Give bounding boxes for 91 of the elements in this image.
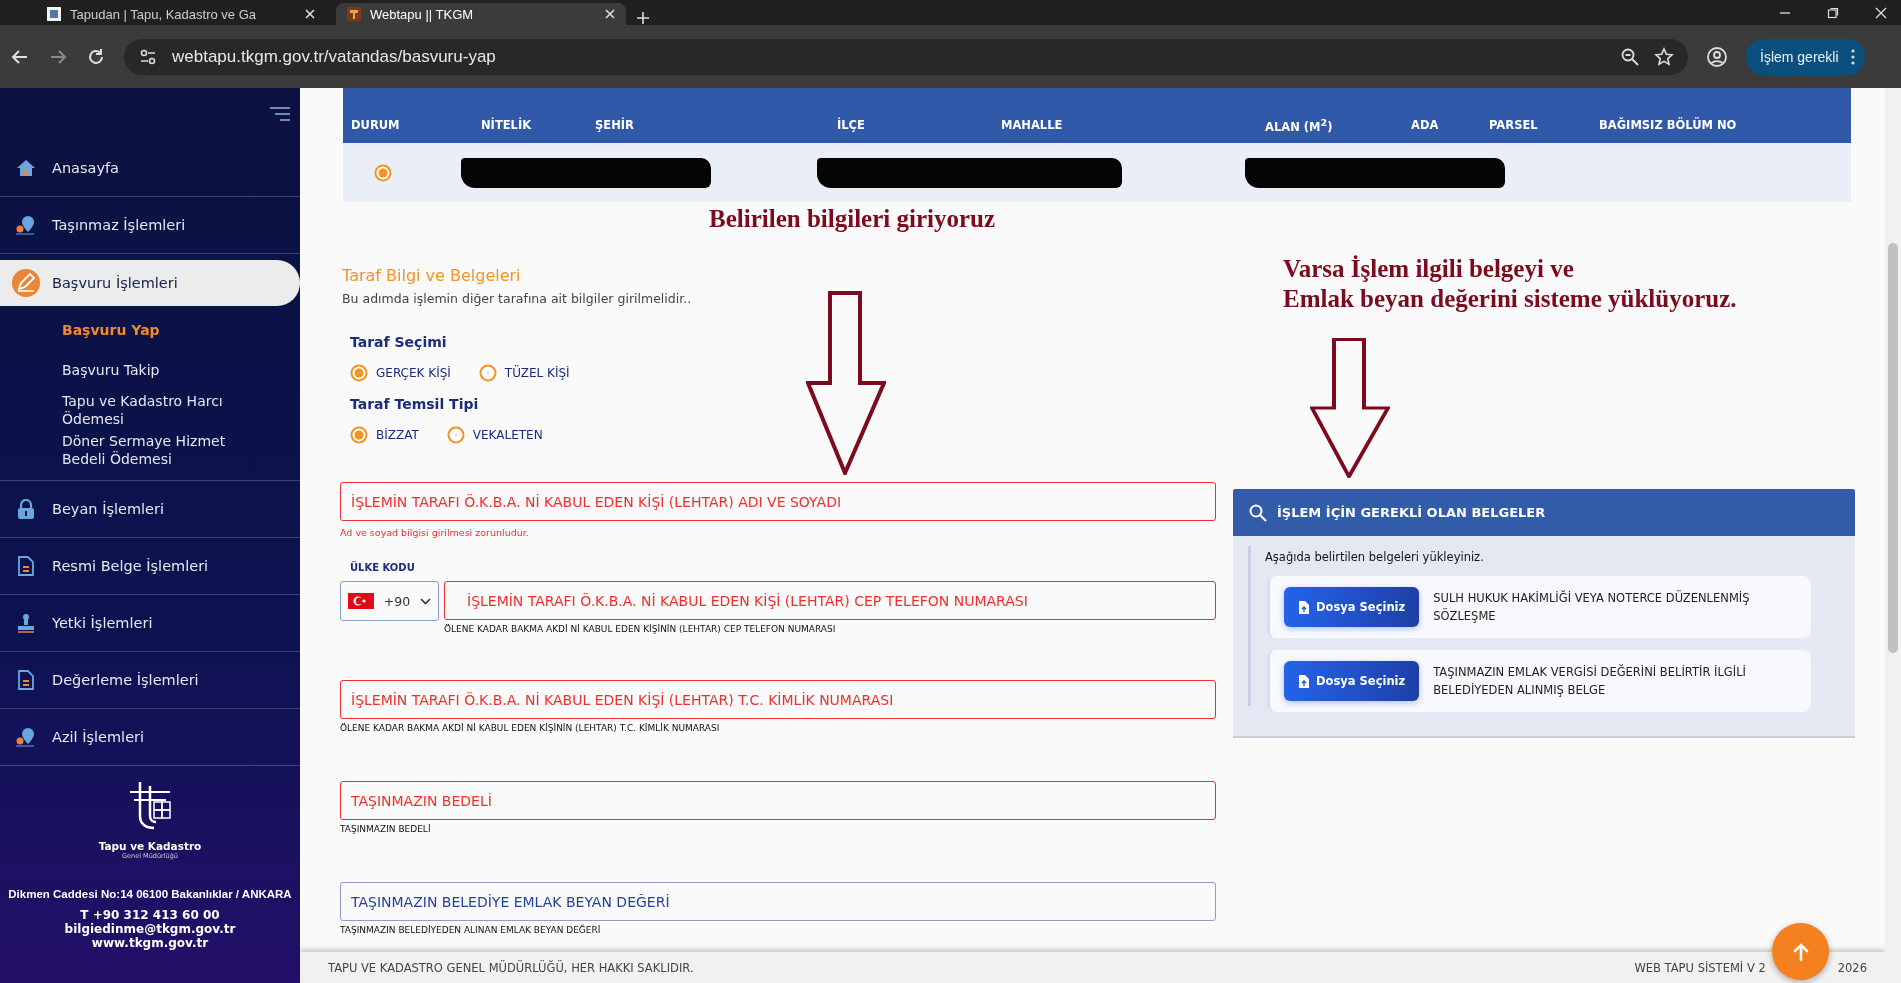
error-message: Ad ve soyad bilgisi girilmesi zorunludur. [340,527,530,538]
group-label: Taraf Temsil Tipi [350,396,480,412]
document-icon [17,670,35,690]
column-header: BAĞIMSIZ BÖLÜM NO [1599,118,1738,132]
section-title: Taraf Bilgi ve Belgeleri [342,266,522,285]
panel-title: İŞLEM İÇİN GEREKLİ OLAN BELGELER [1277,505,1546,520]
arrow-up-icon [1791,941,1810,962]
submenu-item[interactable]: Başvuru Takip [0,350,300,390]
instruction-text: Aşağıda belirtilen belgeleri yükleyiniz. [1265,550,1485,564]
map-pin-icon [15,215,37,235]
sidebar-item[interactable]: Beyan İşlemleri [0,481,300,538]
annotation-text: Varsa İşlem ilgili belgeyi ve Emlak beyan değerini sisteme yüklüyoruz. [1283,254,1737,314]
radio-label: GERÇEK KİŞİ [376,366,451,380]
file-upload-icon [1298,599,1310,615]
chevron-down-icon [420,597,432,605]
profile-icon[interactable] [1706,45,1728,68]
zoom-icon[interactable] [1620,46,1640,67]
table-row[interactable] [343,143,1851,202]
input-field[interactable]: TAŞINMAZIN BEDELİ [340,781,1216,820]
email-link[interactable]: bilgiedinme@tkgm.gov.tr [64,922,236,936]
version-text: WEB TAPU SİSTEMİ V 2 [1634,960,1766,975]
radio-button[interactable] [350,426,368,444]
arrow-icon [806,291,886,475]
document-label: TAŞINMAZIN EMLAK VERGİSİ DEĞERİNİ BELİRTİR İLGİLİ BELEDİYEDEN ALINMIŞ BELGE [1433,663,1747,699]
radio-button[interactable] [350,364,368,382]
column-header: NİTELİK [481,118,533,132]
stamp-icon [16,613,36,633]
submenu-item[interactable]: Döner Sermaye Hizmet Bedeli Ödemesi [0,430,300,470]
browser-tab[interactable]: Webtapu || TKGM [336,3,626,25]
sidebar-item[interactable]: Başvuru İşlemleri [0,260,300,306]
close-icon[interactable] [304,8,316,20]
file-select-button[interactable]: Dosya Seçiniz [1284,587,1420,627]
submenu-item[interactable]: Başvuru Yap [0,310,300,350]
version-text: 2026 [1837,960,1867,975]
radio-button[interactable] [478,364,497,382]
file-upload-icon [1298,673,1310,689]
org-name: Tapu ve Kadastro [98,840,202,852]
column-header: MAHALLE [1001,118,1064,132]
radio-label: BİZZAT [376,428,419,442]
column-header: PARSEL [1489,118,1539,132]
reload-icon[interactable] [86,46,106,67]
country-code-select[interactable]: +90 [340,581,439,621]
input-field[interactable]: İŞLEMİN TARAFI Ö.K.B.A. Nİ KABUL EDEN KİŞİ (LEHTAR) CEP TELEFON NUMARASI [444,581,1216,620]
document-icon [17,556,35,576]
section-subtitle: Bu adımda işlemin diğer tarafına ait bilgiler girilmelidir.. [342,291,693,306]
annotation-text: Belirilen bilgileri giriyoruz [709,204,996,234]
field-label: ÜLKE KODU [350,562,416,573]
radio-label: TÜZEL KİŞİ [504,366,570,380]
field-hint: ÖLENE KADAR BAKMA AKDİ Nİ KABUL EDEN KİŞİNİN (LEHTAR) CEP TELEFON NUMARASI [444,624,837,634]
arrow-icon [1310,338,1390,478]
column-header: ŞEHİR [595,118,635,132]
column-header: İLÇE [837,118,866,132]
copyright-text: TAPU VE KADASTRO GENEL MÜDÜRLÜĞÜ, HER HAKKI SAKLIDIR. [328,960,694,975]
favicon-icon [346,6,362,22]
column-header: ALAN (M$^{2}$) [1265,116,1334,134]
input-field[interactable]: İŞLEMİN TARAFI Ö.K.B.A. Nİ KABUL EDEN KİŞİ (LEHTAR) T.C. KİMLİK NUMARASI [340,680,1216,719]
group-label: Taraf Seçimi [350,334,448,350]
restore-icon[interactable] [1827,6,1839,19]
input-field[interactable]: İŞLEMİN TARAFI Ö.K.B.A. Nİ KABUL EDEN KİŞİ (LEHTAR) ADI VE SOYADI [340,482,1216,521]
map-pin-icon [15,727,37,747]
website-link[interactable]: www.tkgm.gov.tr [91,936,209,950]
column-header: ADA [1411,118,1440,132]
radio-button[interactable] [446,426,465,444]
lock-icon [17,499,35,519]
menu-icon[interactable] [270,107,290,121]
address-bar[interactable]: webtapu.tkgm.gov.tr/vatandas/basvuru-yap [124,38,1688,75]
new-tab-icon[interactable] [636,11,650,25]
field-hint: TAŞINMAZIN BEDELİ [340,824,432,834]
radio-button[interactable] [374,163,392,182]
more-icon[interactable] [1850,48,1855,65]
pen-icon [11,268,41,298]
profile-button[interactable]: İşlem gerekli [1746,38,1865,75]
file-select-button[interactable]: Dosya Seçiniz [1284,661,1420,701]
flag-icon [347,593,374,609]
star-icon[interactable] [1654,46,1674,67]
close-icon[interactable] [604,8,616,20]
address-text: Dikmen Caddesi No:14 06100 Bakanlıklar / ANKARA [8,888,292,900]
radio-label: VEKALETEN [472,428,543,442]
field-hint: TAŞINMAZIN BELEDİYEDEN ALINAN EMLAK BEYAN DEĞERİ [340,925,602,935]
home-icon [16,158,36,178]
phone-text: T +90 312 413 60 00 [80,908,220,922]
search-icon [1249,503,1267,522]
browser-tab[interactable]: Tapudan | Tapu, Kadastro ve Ga [36,3,326,25]
input-field[interactable]: TAŞINMAZIN BELEDİYE EMLAK BEYAN DEĞERİ [340,882,1216,921]
document-label: SULH HUKUK HAKİMLİĞİ VEYA NOTERCE DÜZENLENMİŞ SÖZLEŞME [1433,589,1751,625]
favicon-icon [46,6,62,22]
column-header: DURUM [351,118,401,132]
field-hint: ÖLENE KADAR BAKMA AKDİ Nİ KABUL EDEN KİŞİNİN (LEHTAR) T.C. KİMLİK NUMARASI [340,723,721,733]
close-icon[interactable] [1875,6,1887,19]
submenu-item[interactable]: Tapu ve Kadastro Harcı Ödemesi [0,390,300,430]
scrollbar-thumb[interactable] [1888,243,1898,653]
